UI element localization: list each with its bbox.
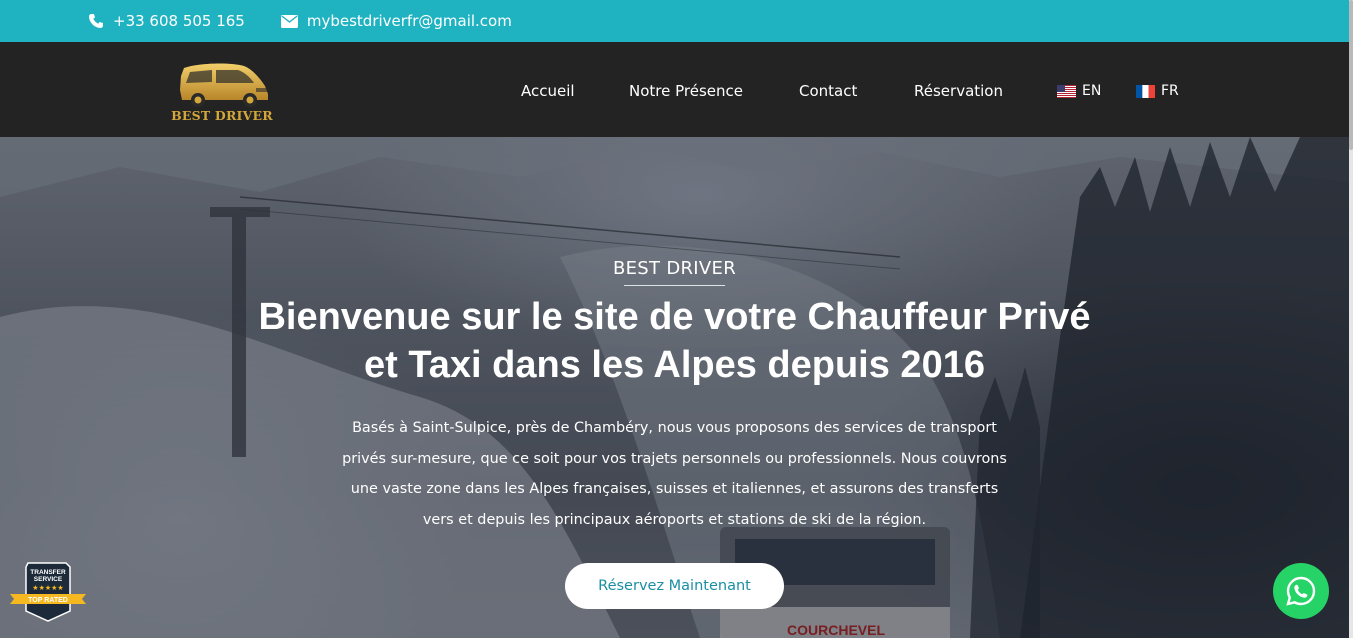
eyebrow-underline <box>624 285 725 286</box>
scrollbar-thumb[interactable] <box>1349 0 1353 150</box>
badge-stars: ★★★★★ <box>32 584 63 592</box>
language-fr[interactable]: FR <box>1136 83 1179 99</box>
site-logo[interactable]: BEST DRIVER <box>168 60 278 126</box>
badge-ribbon: TOP RATED <box>28 597 68 604</box>
language-en[interactable]: EN <box>1057 83 1101 99</box>
badge-line-2: SERVICE <box>34 576 63 583</box>
language-fr-label: FR <box>1161 83 1179 99</box>
whatsapp-icon <box>1286 576 1316 606</box>
email-address[interactable]: mybestdriverfr@gmail.com <box>307 12 512 30</box>
van-logo-icon <box>180 63 268 107</box>
headline-line-1: Bienvenue sur le site de votre Chauffeur… <box>258 296 1091 338</box>
nav-item-reservation[interactable]: Réservation <box>914 82 1003 100</box>
intro-line-3: une vaste zone dans les Alpes françaises… <box>350 481 999 497</box>
page-scrollbar[interactable] <box>1349 0 1353 638</box>
badge-line-1: TRANSFER <box>30 569 66 576</box>
hero-intro: Basés à Saint-Sulpice, près de Chambéry,… <box>324 413 1025 535</box>
top-contact-bar: +33 608 505 165 mybestdriverfr@gmail.com <box>0 0 1353 42</box>
hero-headline: Bienvenue sur le site de votre Chauffeur… <box>170 293 1179 389</box>
email-contact[interactable]: mybestdriverfr@gmail.com <box>280 12 512 30</box>
intro-line-4: vers et depuis les principaux aéroports … <box>422 511 927 528</box>
nav-item-notre-presence[interactable]: Notre Présence <box>629 82 743 100</box>
reserve-now-button[interactable]: Réservez Maintenant <box>565 563 784 609</box>
site-header: BEST DRIVER Accueil Notre Présence Conta… <box>0 42 1349 137</box>
logo-text: BEST DRIVER <box>171 108 273 123</box>
intro-line-1: Basés à Saint-Sulpice, près de Chambéry,… <box>352 420 997 436</box>
fr-flag-icon <box>1136 84 1155 98</box>
phone-icon <box>89 14 103 28</box>
nav-item-contact[interactable]: Contact <box>799 82 857 100</box>
whatsapp-button[interactable] <box>1273 563 1329 619</box>
intro-line-2: privés sur-mesure, que ce soit pour vos … <box>342 450 1007 467</box>
envelope-icon <box>280 14 298 28</box>
hero-content: BEST DRIVER Bienvenue sur le site de vot… <box>0 137 1349 638</box>
language-en-label: EN <box>1082 83 1102 99</box>
nav-item-accueil[interactable]: Accueil <box>521 82 575 100</box>
transfer-service-badge[interactable]: TRANSFER SERVICE ★★★★★ TOP RATED <box>8 561 88 623</box>
us-flag-icon <box>1057 84 1076 98</box>
headline-line-2: et Taxi dans les Alpes depuis 2016 <box>364 344 985 386</box>
hero-eyebrow: BEST DRIVER <box>612 258 737 279</box>
hero-section: COURCHEVEL BEST DRIVER Bienvenue sur le … <box>0 137 1349 638</box>
phone-contact[interactable]: +33 608 505 165 <box>88 12 245 30</box>
phone-number[interactable]: +33 608 505 165 <box>113 12 245 30</box>
